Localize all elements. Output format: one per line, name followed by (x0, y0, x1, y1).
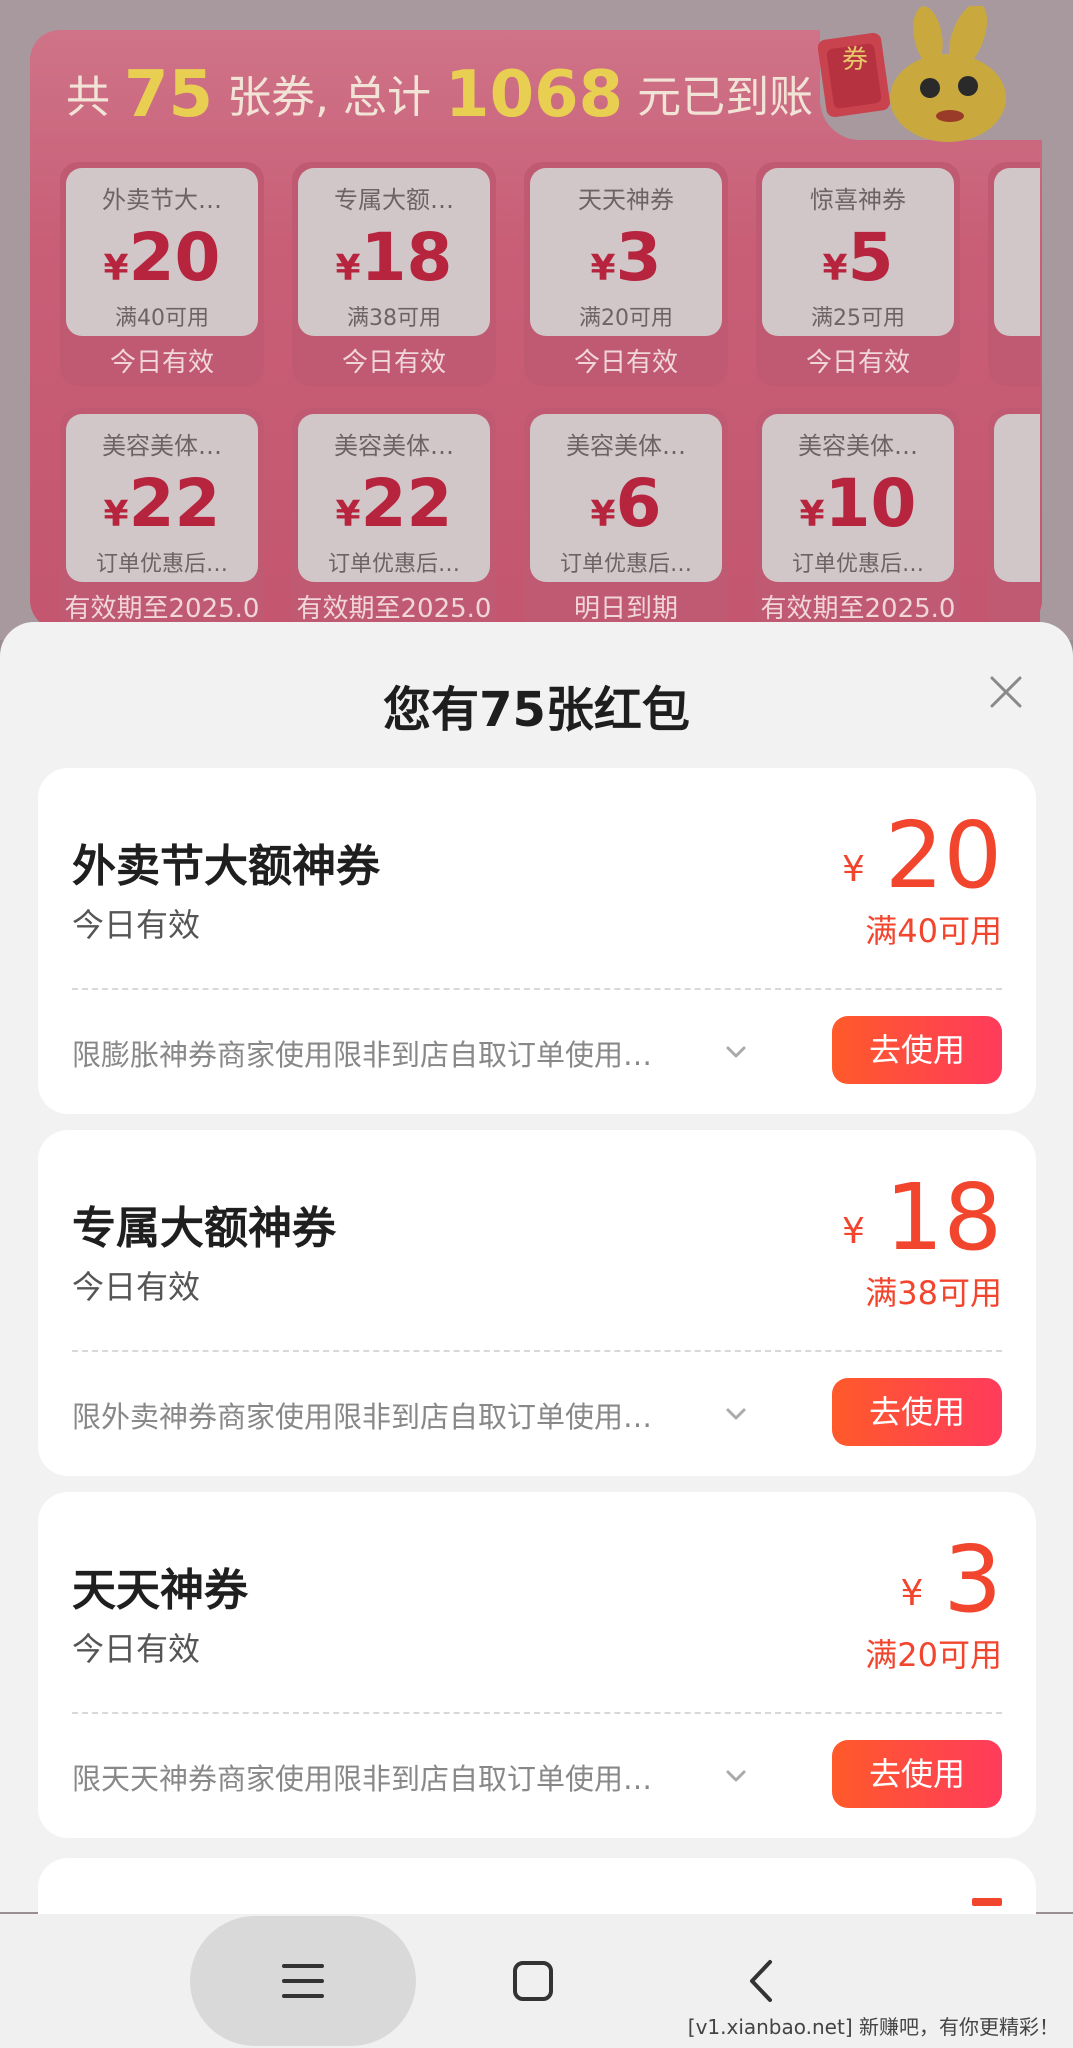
grid-coupon-title: 美容美体… (566, 432, 686, 460)
use-coupon-button[interactable]: 去使用 (832, 1378, 1002, 1446)
grid-coupon-title: 外卖节大… (102, 186, 222, 214)
chevron-down-icon[interactable] (722, 1762, 750, 1790)
grid-coupon-condition: 订单 (994, 546, 1040, 578)
coupon-description: 限膨胀神券商家使用限非到店自取订单使用… (72, 1038, 653, 1072)
grid-coupon-condition: 订单优惠后… (559, 552, 692, 577)
grid-coupon-condition: 满20可用 (579, 306, 673, 331)
coupon-description: 限外卖神券商家使用限非到店自取订单使用… (72, 1400, 653, 1434)
grid-coupon-condition: 订单优惠后… (95, 552, 228, 577)
grid-coupon-card: A (988, 162, 1040, 386)
coupon-validity: 今日有效 (72, 1630, 201, 1668)
grid-coupon-validity: 今日有效 (805, 348, 910, 378)
close-icon[interactable] (984, 670, 1028, 714)
grid-coupon-validity: 有效期至2025.0 (64, 594, 260, 624)
coupon-count: 75 (124, 58, 214, 132)
coupon-name: 天天神券 (72, 1565, 248, 1616)
currency-symbol: ¥ (842, 1211, 865, 1252)
coupon-card: 天天神券 今日有效 ¥3 满20可用 限天天神券商家使用限非到店自取订单使用… … (38, 1492, 1036, 1838)
coupon-sheet: 您有75张红包 外卖节大额神券 今日有效 ¥20 满40可用 限膨胀神券商家使用… (0, 622, 1073, 1958)
grid-coupon-title: 美容美体… (102, 432, 222, 460)
coupon-grid: 外卖节大… ¥20 满40可用今日有效 专属大额… ¥18 满38可用今日有效 天天神券 ¥3… (60, 162, 1040, 632)
grid-coupon-title: 专属大额… (334, 186, 454, 214)
coupon-name: 外卖节大额神券 (72, 841, 380, 892)
coupon-validity: 今日有效 (72, 1268, 201, 1306)
grid-coupon-card: 美容美体… ¥22 订单优惠后… 有效期至2025.0 (60, 408, 264, 632)
grid-coupon-title: A (994, 180, 1040, 208)
back-chevron-icon[interactable] (740, 1958, 786, 2004)
grid-coupon-card: 惊喜神券 ¥5 满25可用今日有效 (756, 162, 960, 386)
grid-coupon-validity: 今日有效 (109, 348, 214, 378)
chevron-down-icon[interactable] (722, 1400, 750, 1428)
grid-coupon-title: 美容美体… (334, 432, 454, 460)
coupon-condition: 满40可用 (865, 912, 1002, 950)
sheet-title: 您有75张红包 (383, 682, 690, 738)
grid-coupon-card: 美容美体… ¥22 订单优惠后… 有效期至2025.0 (292, 408, 496, 632)
coupon-amount: ¥20 (842, 802, 1002, 909)
grid-coupon-title: 美容美体… (798, 432, 918, 460)
grid-coupon-condition: 满38可用 (347, 306, 441, 331)
watermark-text: [v1.xianbao.net] 新赚吧，有你更精彩！ (687, 2015, 1059, 2039)
grid-coupon-validity: 今日有效 (341, 348, 446, 378)
use-coupon-button[interactable]: 去使用 (832, 1740, 1002, 1808)
grid-coupon-title: 美 (994, 426, 1040, 461)
coupon-condition: 满38可用 (865, 1274, 1002, 1312)
currency-symbol: ¥ (842, 849, 865, 890)
coupon-card: 外卖节大额神券 今日有效 ¥20 满40可用 限膨胀神券商家使用限非到店自取订单… (38, 768, 1036, 1114)
rabbit-mascot-icon: 券 (818, 6, 1006, 142)
grid-coupon-amount: ¥10 (799, 465, 917, 542)
square-home-icon[interactable] (510, 1958, 556, 2004)
grid-coupon-amount: ¥3 (590, 219, 662, 296)
grid-coupon-title: 天天神券 (578, 186, 674, 214)
chevron-down-icon[interactable] (722, 1038, 750, 1066)
coupon-description: 限天天神券商家使用限非到店自取订单使用… (72, 1762, 653, 1796)
grid-coupon-card: 专属大额… ¥18 满38可用今日有效 (292, 162, 496, 386)
menu-icon[interactable] (280, 1958, 326, 2004)
grid-coupon-condition: 订单优惠后… (791, 552, 924, 577)
grid-coupon-title: 惊喜神券 (810, 186, 906, 214)
grid-coupon-amount: ¥6 (590, 465, 662, 542)
grid-coupon-validity: 今日有效 (573, 348, 678, 378)
banner-summary: 共 75 张券, 总计 1068 元已到账 (66, 58, 814, 132)
grid-coupon-amount: ¥18 (335, 219, 453, 296)
coupon-total: 1068 (445, 58, 624, 132)
grid-coupon-validity: 有效期至2025.0 (296, 594, 492, 624)
coupon-amount: ¥3 (900, 1526, 1002, 1633)
grid-coupon-card: 天天神券 ¥3 满20可用今日有效 (524, 162, 728, 386)
coupon-amount-partial (972, 1898, 1002, 1906)
grid-coupon-validity: 有效期至2025.0 (760, 594, 956, 624)
grid-coupon-condition: 订单优惠后… (327, 552, 460, 577)
grid-coupon-card: 外卖节大… ¥20 满40可用今日有效 (60, 162, 264, 386)
grid-coupon-amount: ¥5 (822, 219, 894, 296)
coupon-condition: 满20可用 (865, 1636, 1002, 1674)
divider (72, 1350, 1002, 1352)
mascot-badge: 券 (842, 45, 868, 75)
grid-coupon-amount: ¥22 (103, 465, 221, 542)
divider (72, 1712, 1002, 1714)
coupon-card: 专属大额神券 今日有效 ¥18 满38可用 限外卖神券商家使用限非到店自取订单使… (38, 1130, 1036, 1476)
use-coupon-button[interactable]: 去使用 (832, 1016, 1002, 1084)
divider (72, 988, 1002, 990)
grid-coupon-card: 美容美体… ¥10 订单优惠后… 有效期至2025.0 (756, 408, 960, 632)
grid-coupon-card: 美订单有效 (988, 408, 1040, 632)
grid-coupon-condition: 满40可用 (115, 306, 209, 331)
grid-coupon-validity: 明日到期 (573, 594, 678, 624)
coupon-name: 专属大额神券 (72, 1203, 336, 1254)
grid-coupon-card: 美容美体… ¥6 订单优惠后… 明日到期 (524, 408, 728, 632)
grid-coupon-condition: 满25可用 (811, 306, 905, 331)
coupon-validity: 今日有效 (72, 906, 201, 944)
coupon-amount: ¥18 (842, 1164, 1002, 1271)
currency-symbol: ¥ (900, 1573, 924, 1614)
grid-coupon-amount: ¥20 (103, 219, 221, 296)
grid-coupon-validity: 有效 (988, 588, 1040, 625)
grid-coupon-amount: ¥22 (335, 465, 453, 542)
system-nav-bar: [v1.xianbao.net] 新赚吧，有你更精彩！ (0, 1914, 1073, 2048)
